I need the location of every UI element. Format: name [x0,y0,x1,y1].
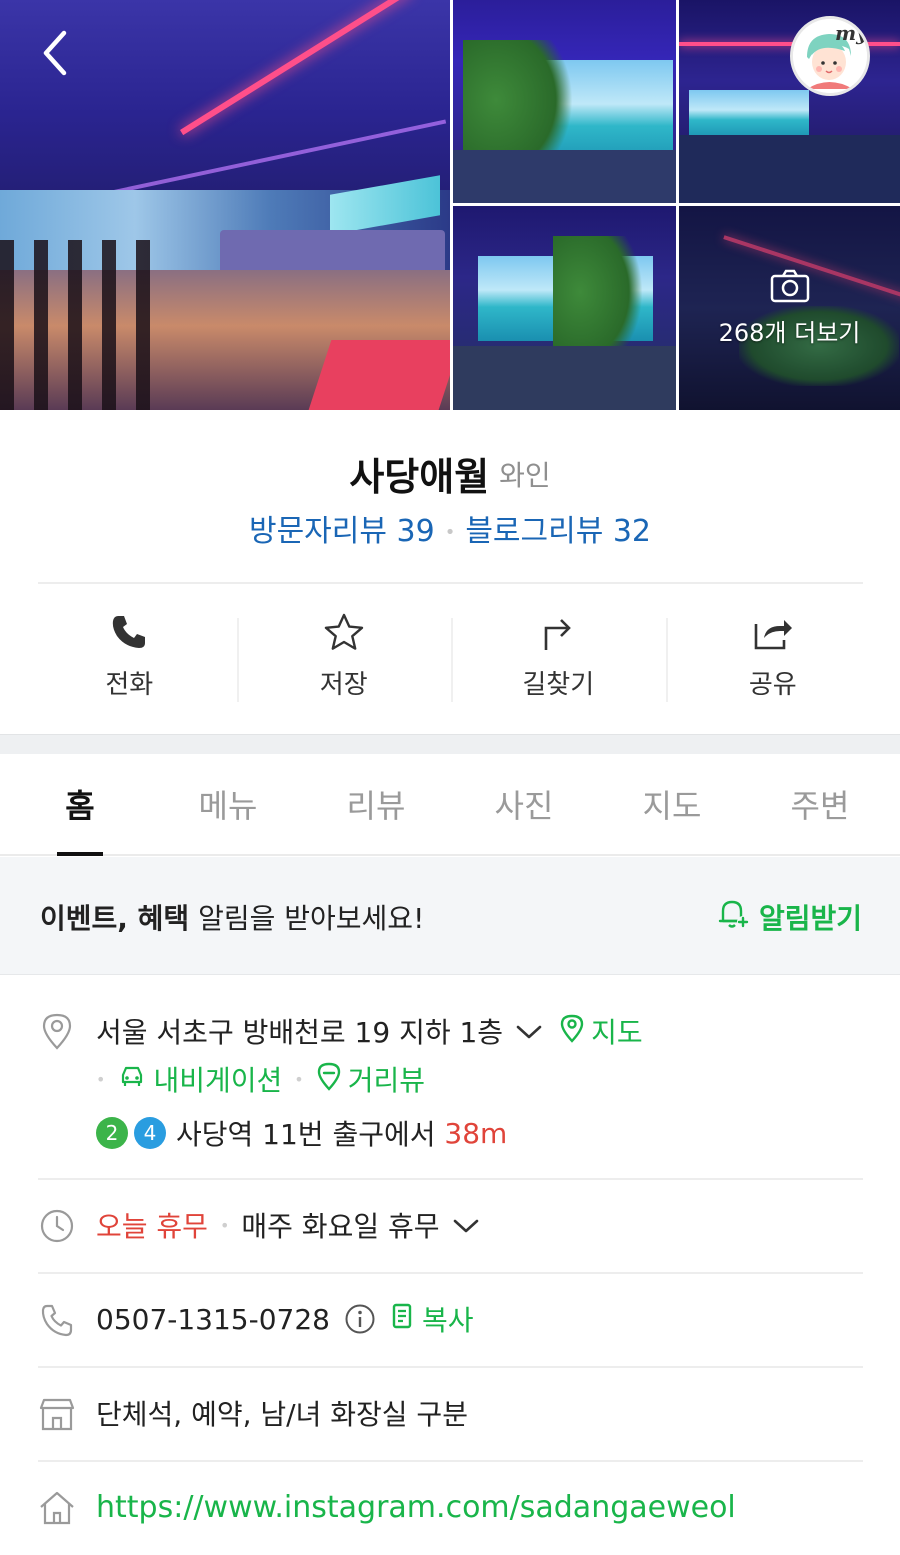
photo-thumb[interactable] [453,0,676,203]
copy-icon [390,1301,416,1338]
street-view-icon [316,1061,342,1098]
chevron-down-icon[interactable] [515,1015,543,1048]
notification-banner: 이벤트, 혜택 알림을 받아보세요! 알림받기 [0,857,900,975]
share-button[interactable]: 공유 [665,610,881,710]
notice-text: 이벤트, 혜택 알림을 받아보세요! [40,897,424,937]
amenities-row: 단체석, 예약, 남/녀 화장실 구분 [96,1392,468,1434]
tab-bar: 홈 메뉴 리뷰 사진 지도 주변 [0,754,900,856]
tab-map[interactable]: 지도 [598,754,746,854]
photo-thumb[interactable] [453,206,676,410]
home-icon [38,1489,76,1527]
share-icon [752,610,794,652]
profile-badge: my [835,21,868,45]
subway-row: 2 4 사당역 11번 출구에서 38m [96,1112,507,1154]
divider [38,1178,863,1180]
map-link[interactable]: 지도 [559,1011,643,1051]
chevron-left-icon [40,29,70,81]
street-view-link[interactable]: 거리뷰 [316,1059,425,1099]
address-text: 서울 서초구 방배천로 19 지하 1층 [96,1016,504,1049]
phone-row: 0507-1315-0728 복사 [96,1298,474,1340]
subscribe-alerts-label: 알림받기 [758,901,862,935]
subway-line-4-badge: 4 [134,1117,166,1149]
place-category: 와인 [499,458,551,492]
today-status: 오늘 휴무 [96,1210,208,1243]
website-link[interactable]: https://www.instagram.com/sadangaeweol [96,1490,736,1525]
star-icon [323,610,365,652]
review-counts: 방문자리뷰 39 • 블로그리뷰 32 [0,506,900,550]
location-pin-icon [38,1012,76,1050]
phone-outline-icon [38,1301,76,1339]
tab-reviews[interactable]: 리뷰 [302,754,450,854]
place-title-row: 사당애월 와인 [0,446,900,501]
section-divider [0,734,900,754]
station-name: 사당역 [176,1118,254,1151]
map-pin-icon [559,1013,585,1050]
back-button[interactable] [30,28,80,82]
divider [38,1460,863,1462]
place-name: 사당애월 [349,455,490,499]
tab-photos[interactable]: 사진 [450,754,598,854]
photo-gallery[interactable]: 268개 더보기 my [0,0,900,410]
navigation-link-label: 내비게이션 [153,1064,283,1097]
action-bar: 전화 저장 길찾기 공유 [22,610,880,710]
dot-separator: • [294,1069,304,1089]
chevron-down-icon[interactable] [452,1209,480,1242]
subway-line-2-badge: 2 [96,1117,128,1149]
station-distance: 38m [444,1116,508,1150]
directions-icon [538,610,578,652]
notice-bold-text: 이벤트, 혜택 [40,902,190,935]
map-link-label: 지도 [591,1016,643,1049]
station-exit-text: 11번 출구에서 [253,1118,445,1151]
more-photos-label: 268개 더보기 [718,318,861,347]
bell-plus-icon [715,895,751,938]
phone-number[interactable]: 0507-1315-0728 [96,1303,330,1336]
blog-reviews-link[interactable]: 블로그리뷰 32 [465,514,651,549]
notice-body-text: 알림을 받아보세요! [189,902,425,935]
directions-button[interactable]: 길찾기 [451,610,666,710]
more-photos-button[interactable]: 268개 더보기 [679,206,900,410]
visitor-reviews-link[interactable]: 방문자리뷰 39 [249,514,435,549]
copy-phone-button[interactable]: 복사 [390,1299,474,1339]
store-icon [38,1395,76,1433]
car-icon [117,1062,147,1097]
tab-home[interactable]: 홈 [6,754,154,854]
copy-label: 복사 [421,1304,474,1337]
action-label: 공유 [748,670,797,700]
action-label: 저장 [319,670,368,700]
call-button[interactable]: 전화 [22,610,237,710]
divider [38,1272,863,1274]
website-row: https://www.instagram.com/sadangaeweol [96,1486,736,1528]
amenities-text: 단체석, 예약, 남/녀 화장실 구분 [96,1398,468,1431]
tab-nearby[interactable]: 주변 [746,754,894,854]
address-row: 서울 서초구 방배천로 19 지하 1층 지도 [96,1010,643,1052]
action-label: 전화 [105,670,154,700]
profile-avatar-button[interactable]: my [790,16,870,96]
action-label: 길찾기 [522,670,595,700]
street-view-label: 거리뷰 [347,1064,425,1097]
camera-icon [770,269,810,307]
dot-separator: • [219,1215,230,1235]
navigation-link[interactable]: 내비게이션 [117,1059,282,1099]
divider [38,1366,863,1368]
info-icon[interactable] [344,1303,376,1335]
hours-schedule: 매주 화요일 휴무 [241,1210,440,1243]
dot-separator: • [444,522,456,543]
clock-icon [38,1207,76,1245]
subscribe-alerts-button[interactable]: 알림받기 [715,895,862,938]
divider [38,582,863,584]
phone-icon [109,610,149,652]
tab-menu[interactable]: 메뉴 [154,754,302,854]
address-links-row: • 내비게이션 • 거리뷰 [96,1058,425,1100]
dot-separator: • [96,1069,106,1089]
save-button[interactable]: 저장 [236,610,452,710]
hours-row[interactable]: 오늘 휴무 • 매주 화요일 휴무 [96,1204,480,1246]
